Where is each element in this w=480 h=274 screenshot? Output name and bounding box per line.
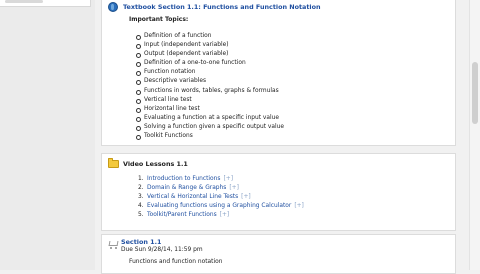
due-date: Due Sun 9/28/14, 11:59 pm	[121, 247, 203, 253]
video-link-toolkit-functions[interactable]: Toolkit/Parent Functions	[147, 212, 217, 218]
globe-icon	[108, 2, 118, 12]
list-item: Input (independent variable)	[136, 41, 284, 50]
video-link-line-tests[interactable]: Vertical & Horizontal Line Tests	[147, 194, 238, 200]
item-number: 1.	[138, 176, 144, 182]
list-item: 3. Vertical & Horizontal Line Tests [+]	[138, 193, 304, 202]
list-item: Definition of a function	[136, 32, 284, 41]
list-item: Function notation	[136, 68, 284, 77]
left-column	[0, 0, 95, 270]
folder-icon	[108, 158, 119, 168]
important-topics-heading: Important Topics:	[129, 16, 189, 23]
topics-list: Definition of a function Input (independ…	[136, 32, 284, 141]
textbook-section-title[interactable]: Textbook Section 1.1: Functions and Func…	[123, 3, 321, 11]
video-lessons-list: 1. Introduction to Functions [+] 2. Domain …	[138, 175, 304, 220]
list-item: 5. Toolkit/Parent Functions [+]	[138, 211, 304, 220]
video-link-introduction[interactable]: Introduction to Functions	[147, 176, 220, 182]
expand-toggle[interactable]: [+]	[229, 185, 239, 191]
list-item: Toolkit Functions	[136, 132, 284, 141]
expand-toggle[interactable]: [+]	[294, 203, 304, 209]
video-lessons-title: Video Lessons 1.1	[123, 160, 188, 168]
assignment-title[interactable]: Section 1.1	[121, 238, 161, 246]
item-number: 2.	[138, 185, 144, 192]
list-item: Vertical line test	[136, 96, 284, 105]
collapsed-block	[5, 0, 43, 3]
vertical-scrollbar[interactable]	[469, 0, 480, 270]
list-item: Solving a function given a specific outp…	[136, 123, 284, 132]
expand-toggle[interactable]: [+]	[241, 194, 251, 200]
left-panel	[0, 0, 91, 7]
list-item: 4. Evaluating functions using a Graphing …	[138, 202, 304, 211]
expand-toggle[interactable]: [+]	[223, 176, 233, 182]
scrollbar-thumb[interactable]	[472, 62, 478, 124]
item-number: 5.	[138, 212, 144, 219]
list-item: Evaluating a function at a specific inpu…	[136, 114, 284, 123]
list-item: Horizontal line test	[136, 105, 284, 114]
list-item: Functions in words, tables, graphs & for…	[136, 87, 284, 96]
list-item: 2. Domain & Range & Graphs [+]	[138, 184, 304, 193]
video-link-graphing-calculator[interactable]: Evaluating functions using a Graphing Ca…	[147, 203, 291, 209]
item-number: 4.	[138, 203, 144, 210]
assignment-card: Section 1.1 Due Sun 9/28/14, 11:59 pm Fu…	[101, 234, 456, 274]
video-lessons-card: Video Lessons 1.1 1. Introduction to Func…	[101, 153, 456, 231]
list-item: 1. Introduction to Functions [+]	[138, 175, 304, 184]
expand-toggle[interactable]: [+]	[220, 212, 230, 218]
textbook-section-card: Textbook Section 1.1: Functions and Func…	[101, 0, 456, 146]
cart-icon	[108, 240, 119, 249]
list-item: Descriptive variables	[136, 77, 284, 86]
assignment-description: Functions and function notation	[129, 259, 223, 265]
list-item: Definition of a one-to-one function	[136, 59, 284, 68]
item-number: 3.	[138, 194, 144, 201]
video-link-domain-range[interactable]: Domain & Range & Graphs	[147, 185, 226, 191]
list-item: Output (dependent variable)	[136, 50, 284, 59]
